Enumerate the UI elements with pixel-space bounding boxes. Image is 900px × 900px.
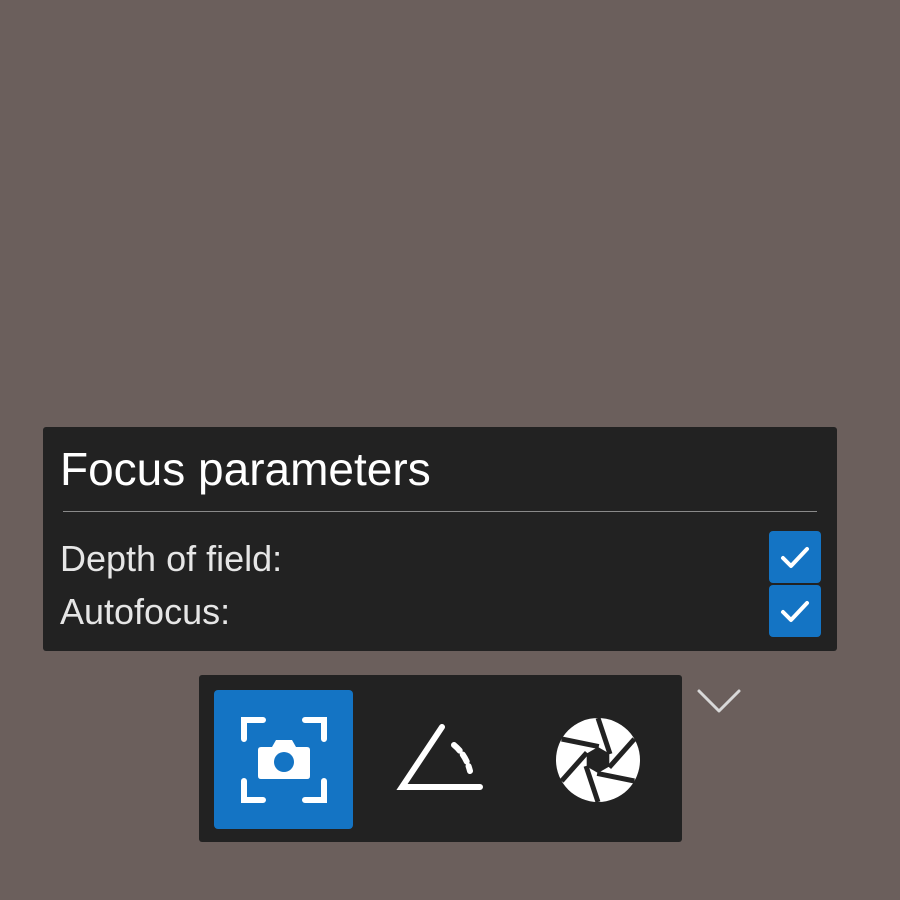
depth-of-field-checkbox[interactable] [769,531,821,583]
chevron-down-icon [697,689,741,713]
checkmark-icon [781,601,809,622]
focus-parameters-panel: Focus parameters Depth of field: Autofoc… [43,427,837,651]
panel-title: Focus parameters [60,443,431,495]
angle-icon [395,723,483,790]
divider [63,511,817,512]
aperture-tool-button[interactable] [528,690,667,829]
tool-selector [199,675,682,842]
angle-tool-button[interactable] [371,690,510,829]
expand-toolbar-button[interactable] [696,686,742,716]
depth-of-field-label: Depth of field: [60,538,283,579]
autofocus-label: Autofocus: [60,591,231,632]
camera-focus-tool-button[interactable] [214,690,353,829]
aperture-icon [555,716,640,803]
camera-focus-icon [240,716,327,803]
autofocus-checkbox[interactable] [769,585,821,637]
checkmark-icon [781,547,809,568]
